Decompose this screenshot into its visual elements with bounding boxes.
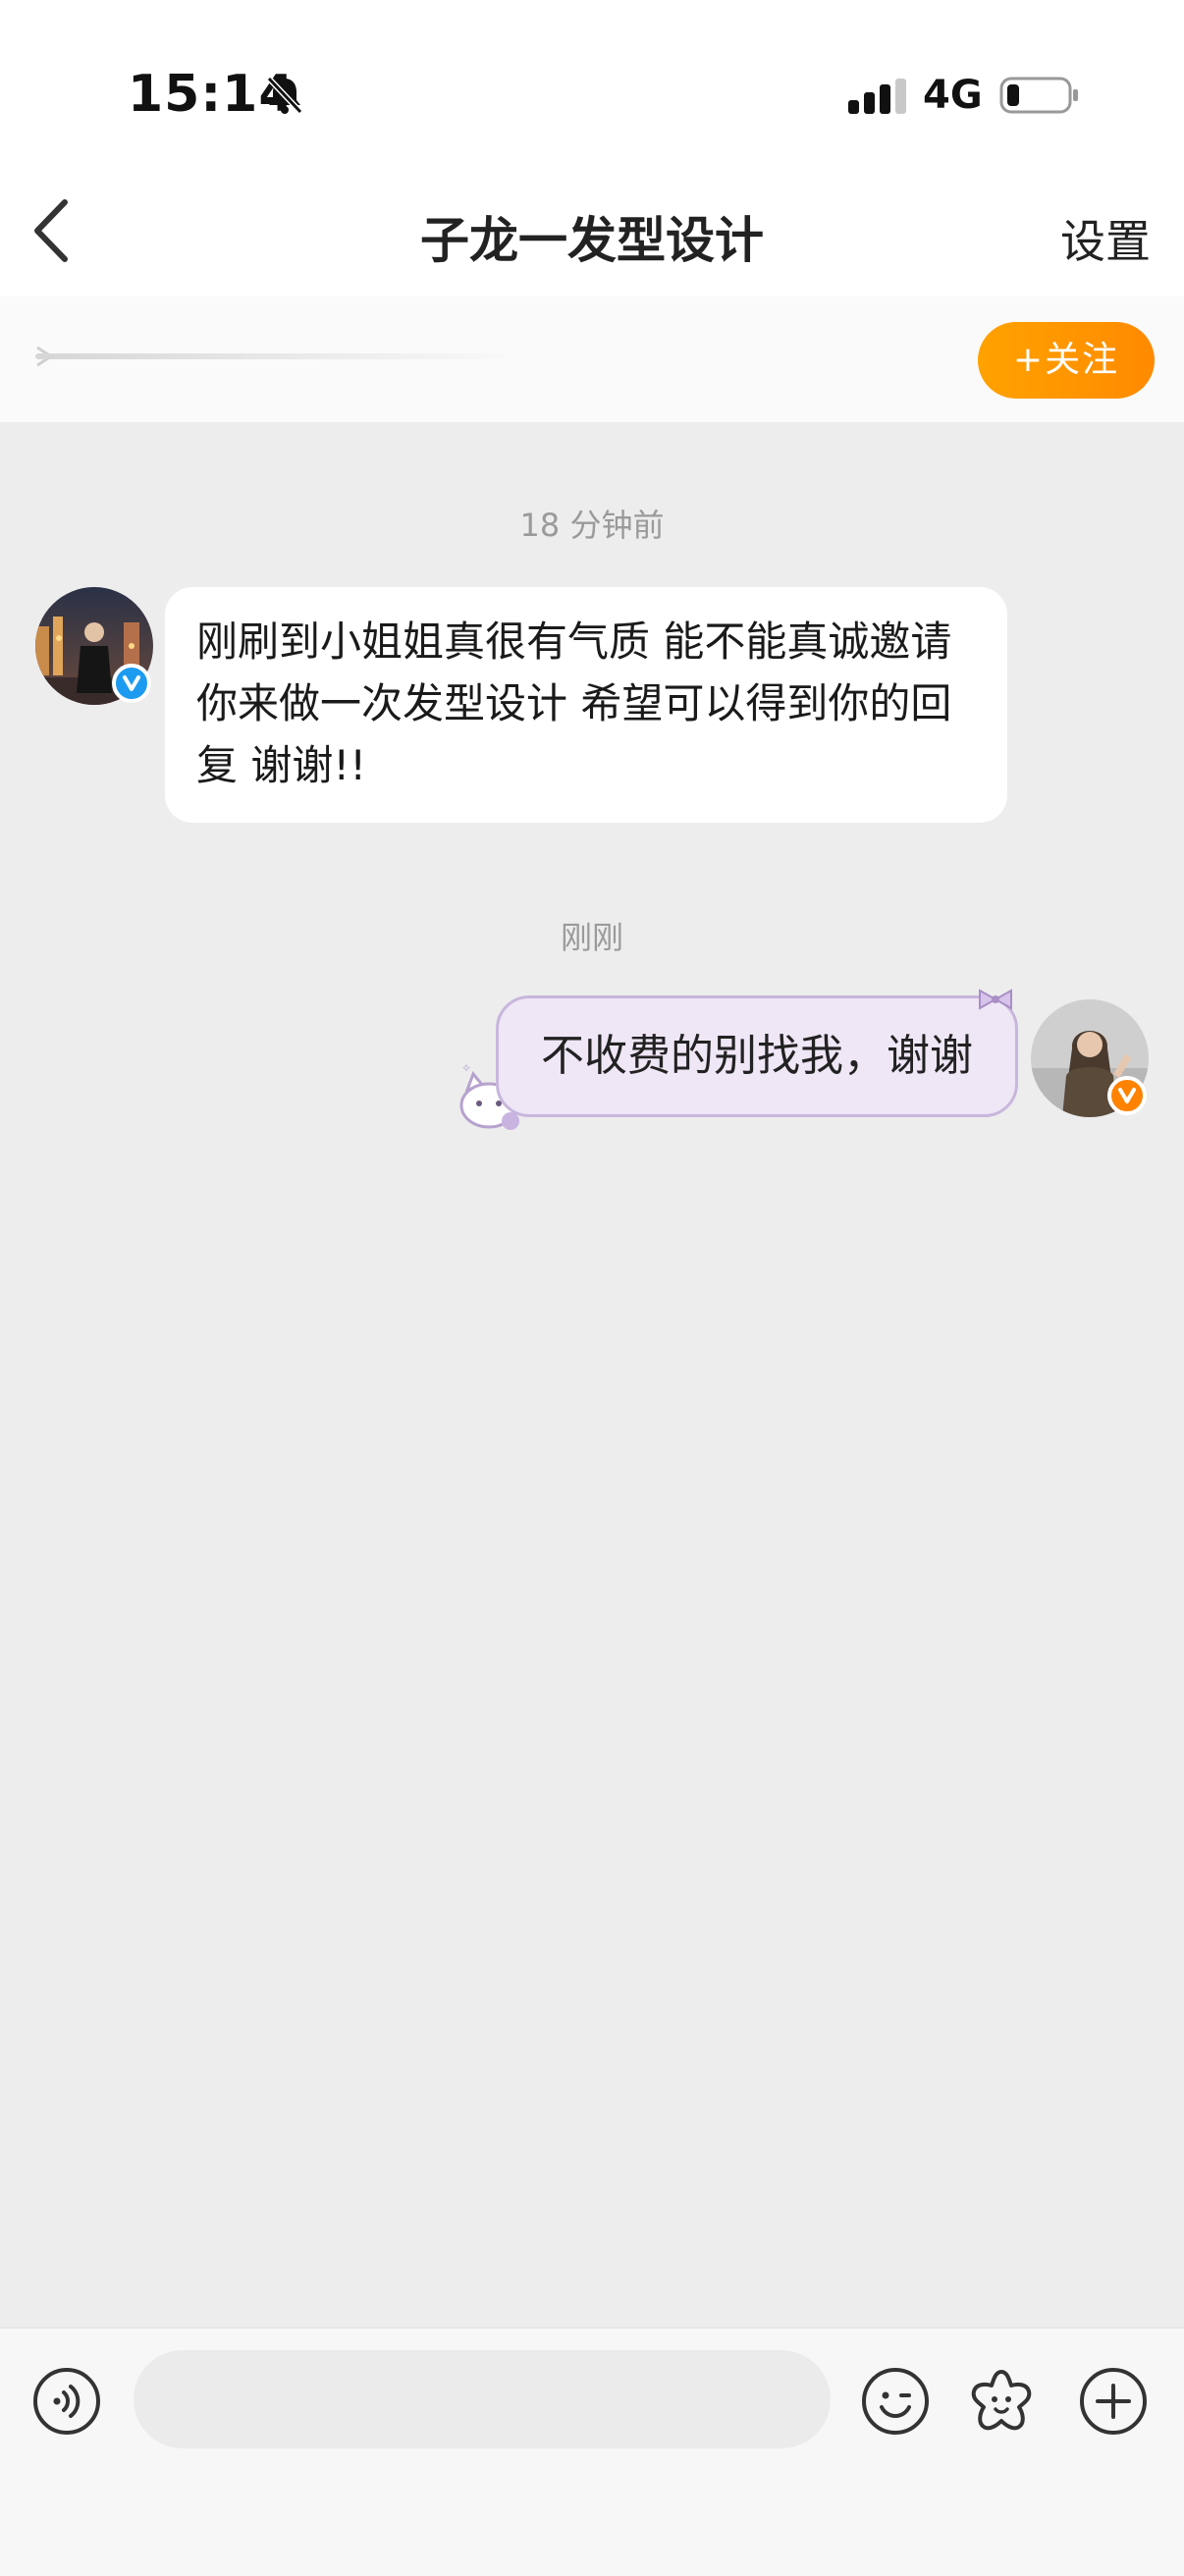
verified-badge-icon	[112, 664, 151, 703]
follow-button[interactable]: +关注	[978, 322, 1155, 399]
timestamp: 刚刚	[560, 919, 623, 956]
bow-decoration-icon	[979, 989, 1012, 1010]
page-title: 子龙一发型设计	[420, 212, 764, 269]
voice-icon[interactable]	[31, 2366, 102, 2437]
message-bubble-incoming[interactable]: 刚刷到小姐姐真很有气质 能不能真诚邀请你来做一次发型设计 希望可以得到你的回复 …	[165, 587, 1007, 823]
svg-text:✧: ✧	[461, 1061, 471, 1075]
timestamp: 18 分钟前	[519, 507, 665, 544]
message-bubble-outgoing[interactable]: 不收费的别找我，谢谢	[496, 995, 1018, 1117]
network-type: 4G	[923, 73, 983, 118]
vip-badge-icon	[1107, 1076, 1147, 1115]
mute-bell-icon	[266, 76, 303, 115]
battery-icon	[999, 77, 1078, 114]
loading-line	[35, 353, 526, 359]
message-input[interactable]	[134, 2350, 831, 2448]
signal-icon	[848, 79, 906, 114]
plus-icon[interactable]	[1078, 2366, 1149, 2437]
emoji-icon[interactable]	[860, 2366, 931, 2437]
sticker-icon[interactable]	[966, 2366, 1037, 2437]
settings-button[interactable]: 设置	[1060, 206, 1151, 271]
